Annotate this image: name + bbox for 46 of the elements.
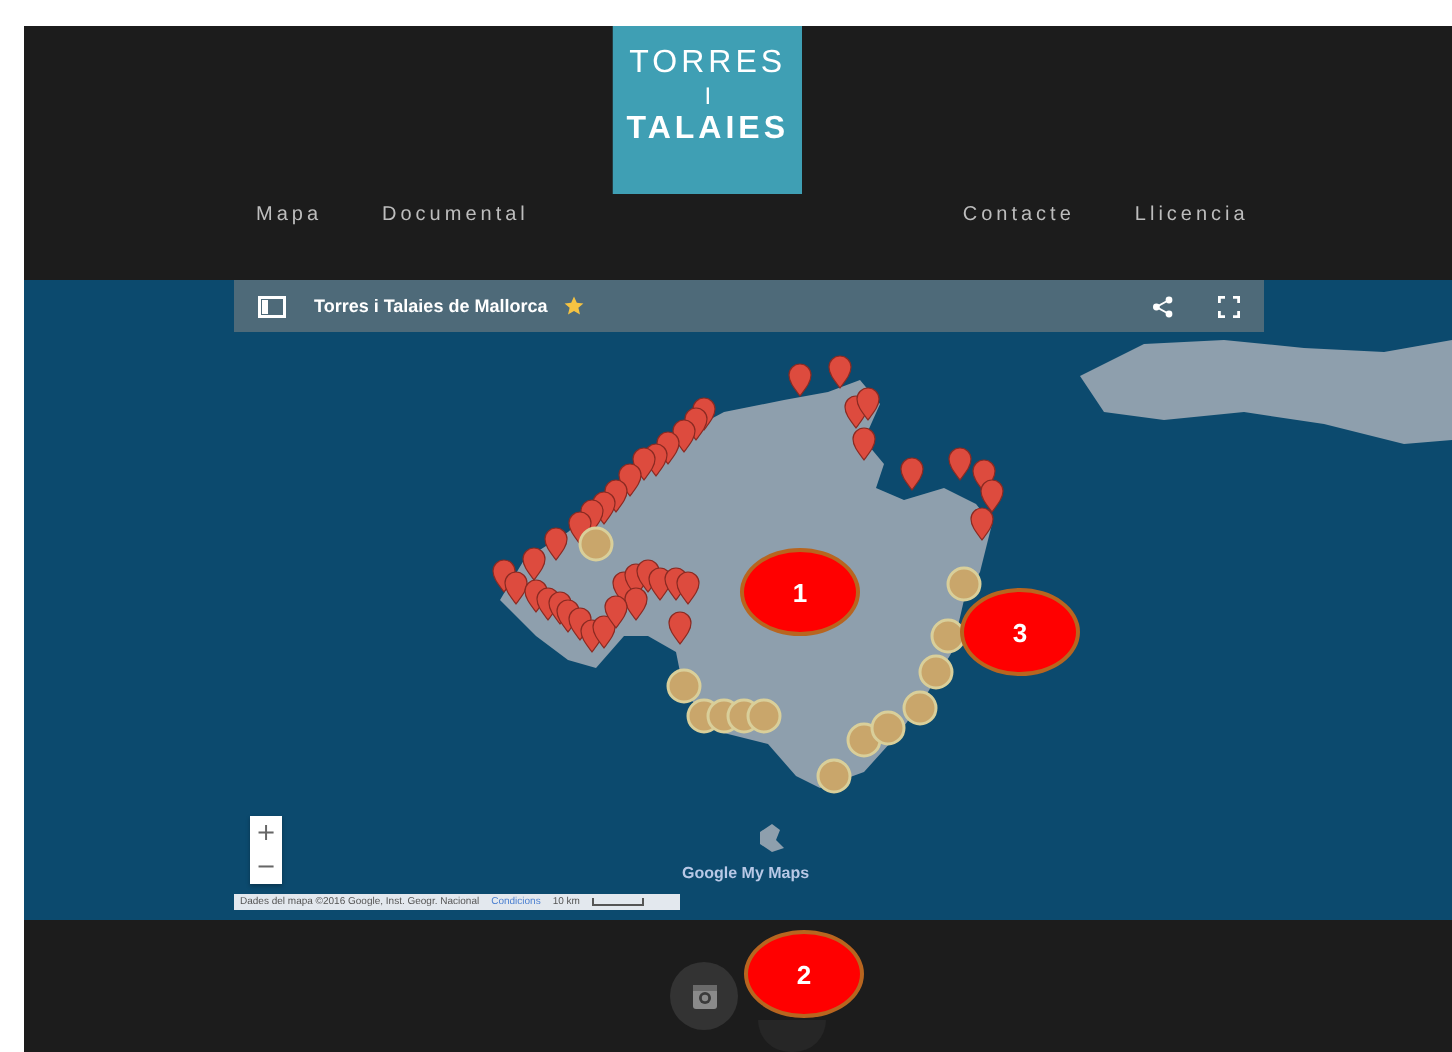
nav-link[interactable]: Contacte [962,204,1075,226]
nav-link[interactable]: Mapa [256,204,323,226]
logo-text: I [704,82,712,110]
photo-marker[interactable] [902,690,938,726]
islet-shape [760,824,784,852]
fullscreen-icon[interactable] [1218,295,1240,317]
logo-text: TORRES [629,46,787,82]
photo-marker[interactable] [746,698,782,734]
map-pin-icon[interactable] [624,587,648,621]
map-pin-icon[interactable] [828,355,852,389]
map-pin-icon[interactable] [856,387,880,421]
zoom-in-button[interactable]: + [250,816,282,850]
photo-marker[interactable] [578,526,614,562]
map-pin-icon[interactable] [852,427,876,461]
instagram-button[interactable] [670,962,738,1030]
logo-text: TALAIES [626,110,789,150]
photo-marker[interactable] [816,758,852,794]
map-pin-icon[interactable] [948,447,972,481]
photo-marker[interactable] [666,668,702,704]
map-branding: Google My Maps [682,864,810,882]
nav-link[interactable]: Llicencia [1134,204,1249,226]
photo-marker[interactable] [946,566,982,602]
camera-icon [691,983,717,1009]
map-pin-icon[interactable] [900,457,924,491]
map-pin-icon[interactable] [980,479,1004,513]
star-icon[interactable] [563,296,584,316]
map-title: Torres i Talaies de Mallorca [314,296,548,316]
map-pin-icon[interactable] [632,447,656,481]
sidebar-icon[interactable] [258,295,286,317]
map-pin-icon[interactable] [604,595,628,629]
map-pin-icon[interactable] [592,615,616,649]
map-pin-icon[interactable] [672,419,696,453]
map-pin-icon[interactable] [504,571,528,605]
map-pin-icon[interactable] [544,527,568,561]
map-pin-icon[interactable] [788,363,812,397]
map-pin-icon[interactable] [668,611,692,645]
scale-bar [591,898,644,906]
map-pin-icon[interactable] [522,547,546,581]
map-pin-icon[interactable] [676,571,700,605]
map-pin-icon[interactable] [618,463,642,497]
nav-link[interactable]: Documental [382,204,529,226]
zoom-out-button[interactable]: − [250,850,282,884]
share-icon[interactable] [1152,295,1174,317]
map-pin-icon[interactable] [970,507,994,541]
photo-marker[interactable] [918,654,954,690]
photo-marker[interactable] [870,710,906,746]
